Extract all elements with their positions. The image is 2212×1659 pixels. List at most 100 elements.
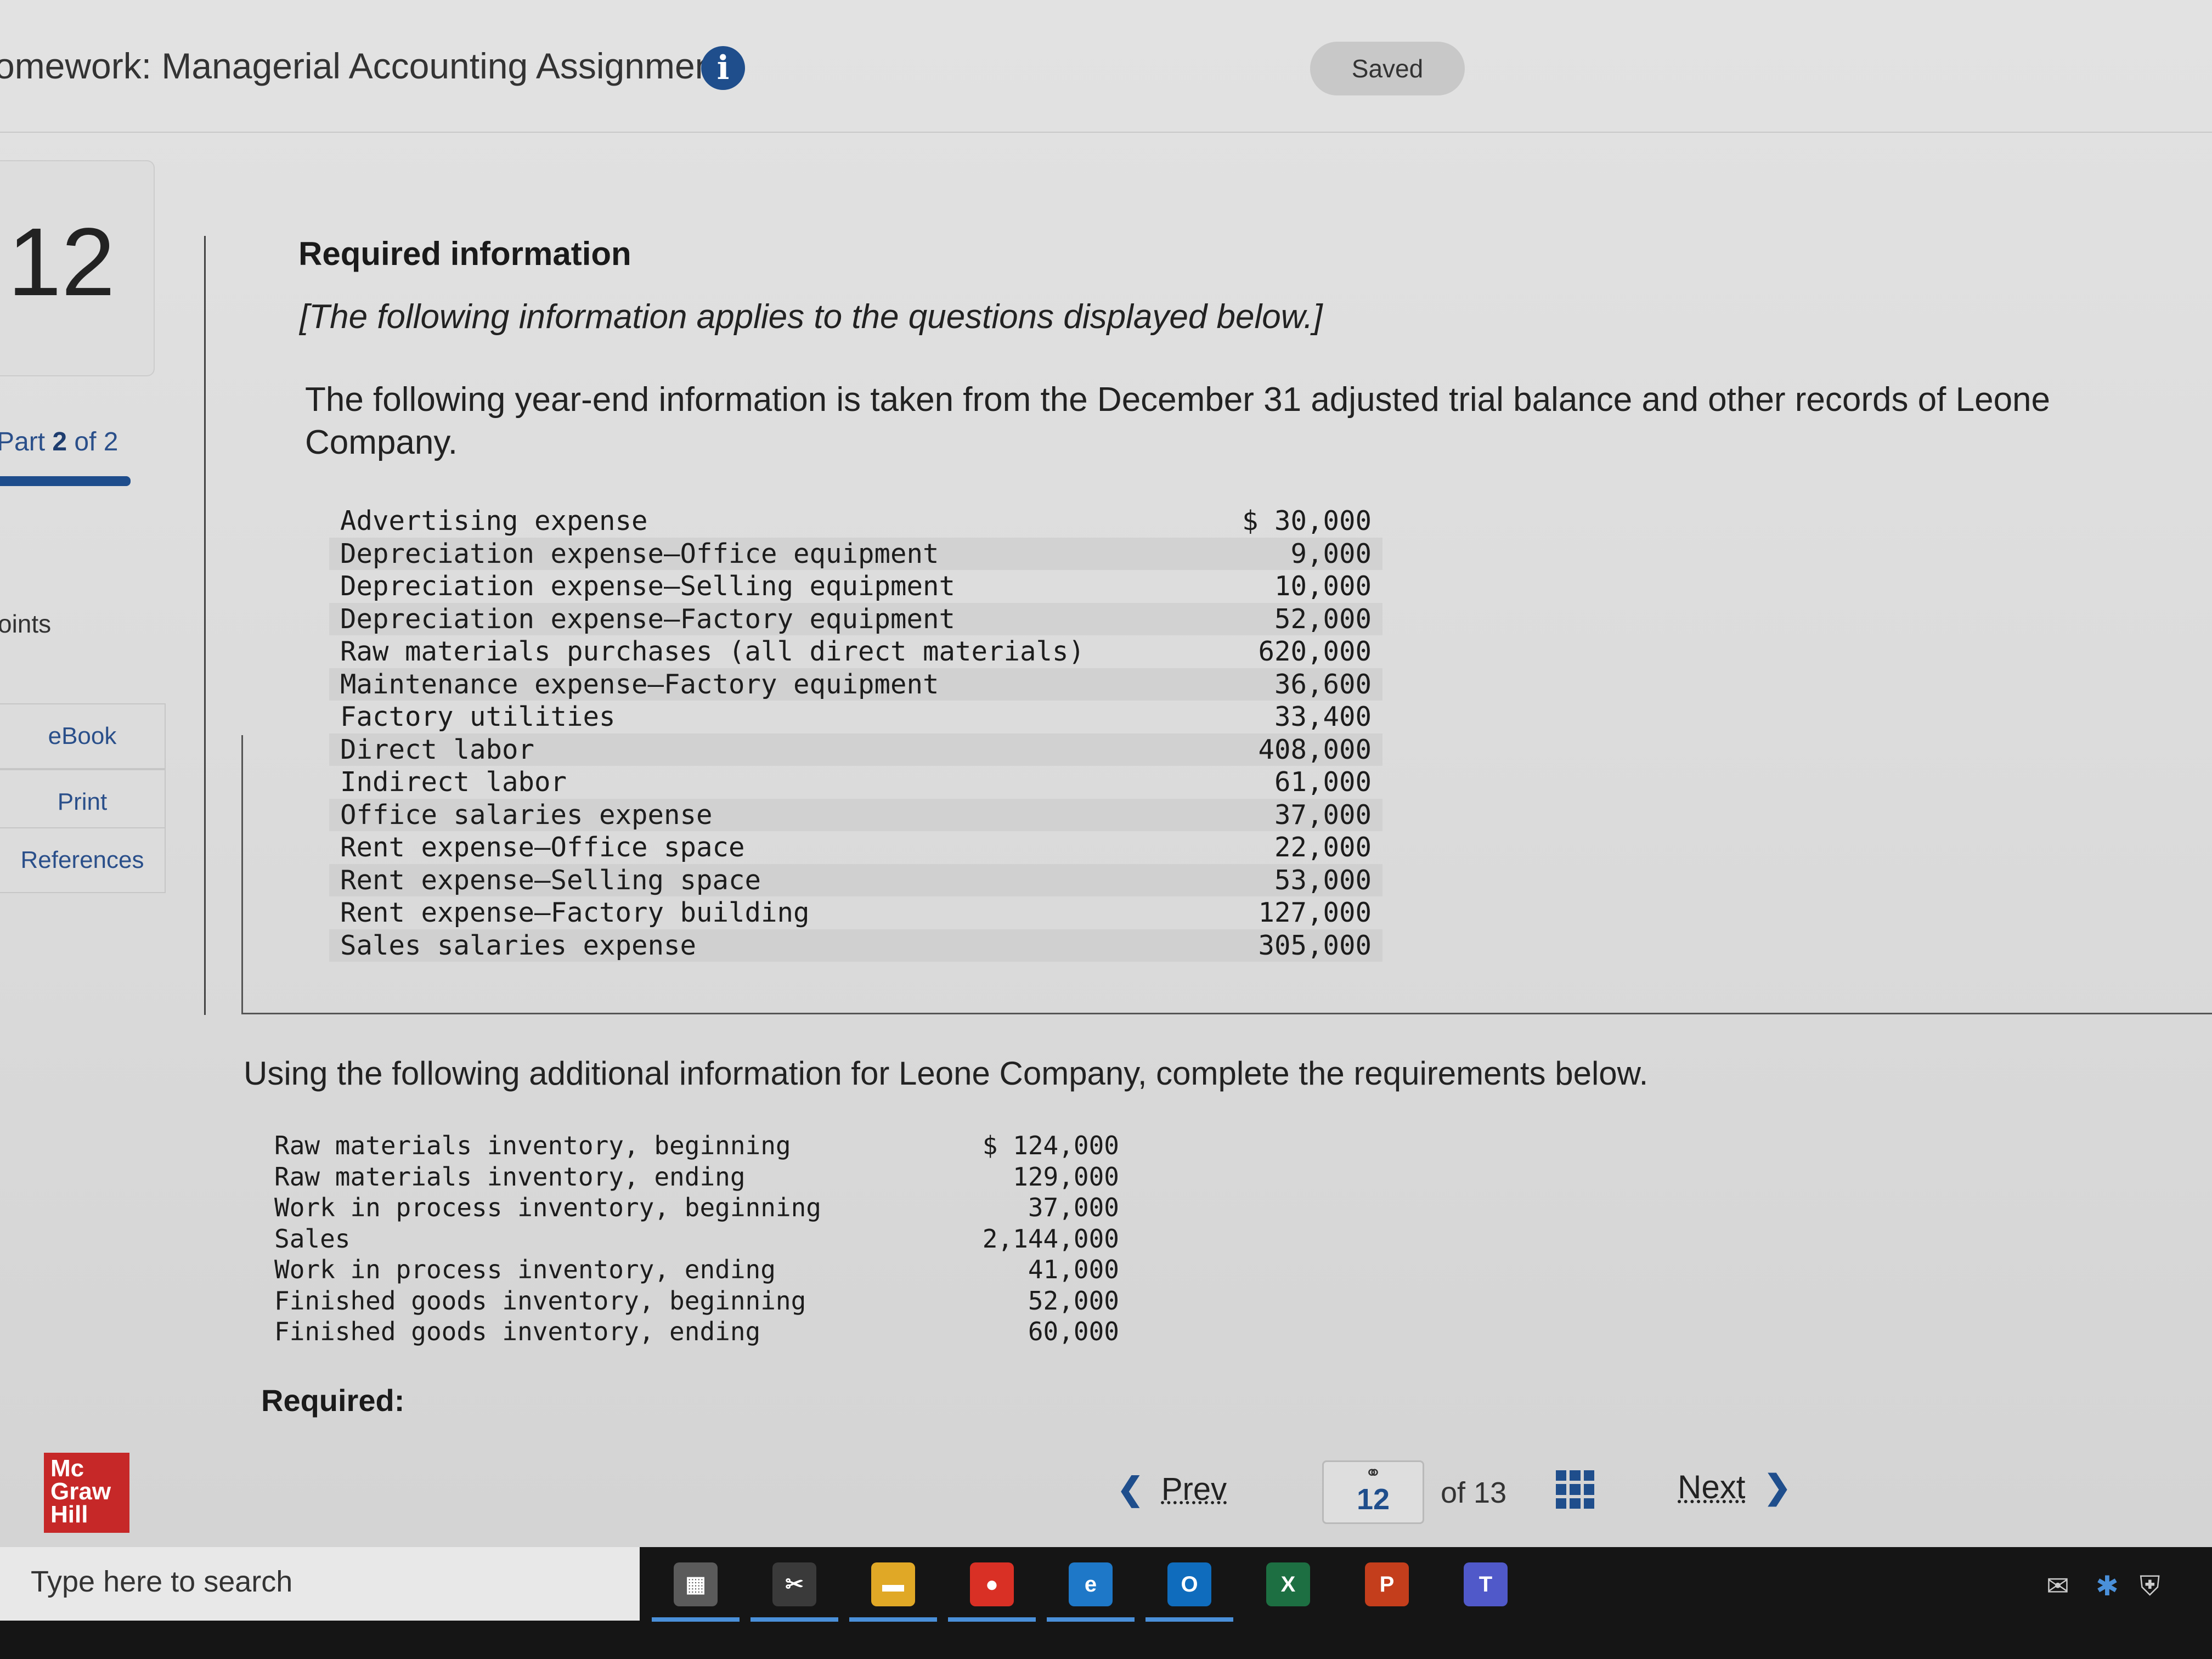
table-row: Advertising expense $ 30,000 xyxy=(329,505,1383,538)
row-label: Finished goods inventory, beginning xyxy=(274,1285,806,1316)
row-value: 9,000 xyxy=(1290,538,1372,569)
assignment-page: omework: Managerial Accounting Assignmen… xyxy=(0,0,2212,1547)
row-label: Factory utilities xyxy=(340,701,616,732)
row-value: 36,600 xyxy=(1274,668,1372,700)
row-value: 620,000 xyxy=(1258,636,1372,667)
logo-line: Mc xyxy=(50,1455,84,1482)
row-value: 37,000 xyxy=(1028,1193,1119,1222)
table-row: Work in process inventory, ending 41,000 xyxy=(274,1254,1119,1285)
running-indicator xyxy=(948,1617,1036,1622)
row-value: 33,400 xyxy=(1274,701,1372,732)
table-row: Sales salaries expense 305,000 xyxy=(329,929,1383,962)
running-indicator xyxy=(849,1617,937,1622)
row-label: Finished goods inventory, ending xyxy=(274,1317,761,1346)
row-value: 41,000 xyxy=(1028,1255,1119,1284)
chevron-left-icon: ❮ xyxy=(1117,1471,1144,1507)
mail-icon[interactable]: ✉ xyxy=(2046,1570,2069,1602)
logo-line: Hill xyxy=(50,1501,88,1528)
row-label: Maintenance expense—Factory equipment xyxy=(340,668,939,700)
row-value: 52,000 xyxy=(1274,603,1372,635)
prev-label: Prev xyxy=(1161,1471,1227,1507)
excel-icon[interactable]: X xyxy=(1266,1562,1310,1606)
row-label: Rent expense—Selling space xyxy=(340,864,761,896)
taskbar-search-input[interactable]: Type here to search xyxy=(31,1565,292,1599)
table-row: Maintenance expense—Factory equipment 36,… xyxy=(329,668,1383,701)
row-value: $ 124,000 xyxy=(982,1131,1119,1160)
page-total: of 13 xyxy=(1441,1476,1507,1509)
table-row: Raw materials inventory, beginning $ 124,… xyxy=(274,1130,1119,1161)
logo-line: Graw xyxy=(50,1478,111,1505)
table-row: Sales 2,144,000 xyxy=(274,1223,1119,1255)
question-grid-icon[interactable] xyxy=(1556,1470,1594,1509)
row-value: 2,144,000 xyxy=(982,1223,1119,1254)
file-explorer-icon[interactable]: ▬ xyxy=(871,1562,915,1606)
table-row: Office salaries expense 37,000 xyxy=(329,798,1383,831)
running-indicator xyxy=(1146,1617,1233,1622)
row-label: Raw materials inventory, beginning xyxy=(274,1131,791,1160)
next-label: Next xyxy=(1678,1469,1746,1505)
required-info-heading: Required information xyxy=(298,235,631,272)
row-value: 127,000 xyxy=(1258,897,1372,928)
ebook-button[interactable]: eBook xyxy=(0,703,166,769)
trial-balance-table: Advertising expense $ 30,000 Depreciation… xyxy=(329,505,1383,962)
intro-paragraph: The following year-end information is ta… xyxy=(305,381,2051,461)
row-value: 408,000 xyxy=(1258,733,1372,765)
part-progress-bar xyxy=(0,476,131,486)
part-prefix: Part xyxy=(0,427,46,456)
outlook-icon[interactable]: O xyxy=(1167,1562,1211,1606)
table-row: Rent expense—Factory building 127,000 xyxy=(329,896,1383,929)
info-icon[interactable]: i xyxy=(701,46,745,90)
panel-border-bottom xyxy=(241,1013,2212,1014)
references-button[interactable]: References xyxy=(0,827,166,893)
mcgraw-hill-logo: Mc Graw Hill xyxy=(44,1453,129,1533)
table-row: Rent expense—Selling space 53,000 xyxy=(329,864,1383,896)
table-row: Raw materials purchases (all direct mate… xyxy=(329,635,1383,668)
table-row: Raw materials inventory, ending 129,000 xyxy=(274,1161,1119,1193)
table-row: Direct labor 408,000 xyxy=(329,733,1383,766)
chevron-right-icon: ❯ xyxy=(1763,1469,1791,1505)
info-note: [The following information applies to th… xyxy=(300,298,1323,336)
running-indicator xyxy=(1047,1617,1135,1622)
row-value: 22,000 xyxy=(1274,832,1372,863)
title-bar: omework: Managerial Accounting Assignmen… xyxy=(0,0,2212,133)
panel-border-left xyxy=(241,735,243,1014)
panel-divider xyxy=(204,236,206,1015)
snipping-tool-icon[interactable]: ✂ xyxy=(772,1562,816,1606)
next-button[interactable]: Next ❯ xyxy=(1678,1468,1791,1506)
edge-icon[interactable]: e xyxy=(1069,1562,1113,1606)
table-row: Depreciation expense—Office equipment 9,0… xyxy=(329,537,1383,570)
table-row: Rent expense—Office space 22,000 xyxy=(329,831,1383,864)
row-label: Rent expense—Factory building xyxy=(340,897,810,928)
row-label: Raw materials purchases (all direct mate… xyxy=(340,636,1085,667)
row-value: 37,000 xyxy=(1274,799,1372,831)
question-number: 12 xyxy=(8,208,115,316)
row-value: $ 30,000 xyxy=(1242,505,1372,537)
required-label: Required: xyxy=(261,1383,405,1418)
row-label: Raw materials inventory, ending xyxy=(274,1161,746,1192)
chrome-icon[interactable]: ● xyxy=(970,1562,1014,1606)
table-row: Finished goods inventory, beginning 52,00… xyxy=(274,1285,1119,1317)
teams-icon[interactable]: T xyxy=(1464,1562,1508,1606)
row-value: 61,000 xyxy=(1274,766,1372,798)
row-value: 53,000 xyxy=(1274,864,1372,896)
part-indicator: Part 2 of 2 xyxy=(0,427,118,457)
bluetooth-icon[interactable]: ✱ xyxy=(2096,1570,2119,1602)
print-button[interactable]: Print xyxy=(0,769,166,835)
points-label: oints xyxy=(0,610,52,638)
additional-info-table: Raw materials inventory, beginning $ 124,… xyxy=(274,1130,1119,1347)
row-value: 10,000 xyxy=(1274,571,1372,602)
row-value: 129,000 xyxy=(1013,1161,1119,1192)
row-value: 52,000 xyxy=(1028,1285,1119,1316)
page-selector[interactable]: ⚭ 12 xyxy=(1322,1460,1424,1524)
row-label: Work in process inventory, ending xyxy=(274,1255,776,1284)
prev-button[interactable]: ❮ Prev xyxy=(1117,1470,1227,1508)
table-row: Depreciation expense—Selling equipment 10… xyxy=(329,570,1383,603)
row-label: Depreciation expense—Office equipment xyxy=(340,538,939,569)
link-icon: ⚭ xyxy=(1364,1462,1382,1484)
powerpoint-icon[interactable]: P xyxy=(1365,1562,1409,1606)
row-label: Sales salaries expense xyxy=(340,929,697,961)
security-icon[interactable]: ⛨ xyxy=(2140,1570,2160,1602)
calculator-icon[interactable]: ▦ xyxy=(674,1562,718,1606)
part-current: 2 xyxy=(52,427,67,456)
row-label: Office salaries expense xyxy=(340,799,713,831)
